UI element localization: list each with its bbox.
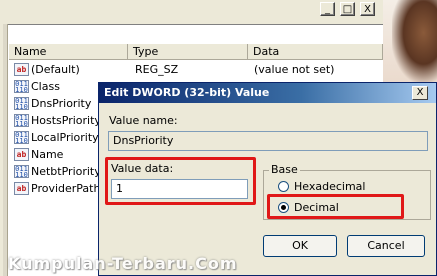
list-item[interactable]: ab (Default): [14, 61, 80, 78]
column-header-data[interactable]: Data: [248, 44, 383, 60]
string-value-icon: ab: [14, 148, 29, 161]
maximize-button[interactable]: □: [340, 2, 355, 16]
dialog-close-button[interactable]: X: [412, 86, 428, 100]
value-name-field: DnsPriority: [108, 131, 428, 151]
list-item[interactable]: 011 110 HostsPriority: [14, 112, 101, 129]
binary-value-icon: 011 110: [14, 114, 29, 128]
string-value-icon: ab: [14, 182, 29, 195]
radio-off-icon: [278, 181, 289, 192]
dialog-title-bar[interactable]: Edit DWORD (32-bit) Value X: [99, 83, 436, 103]
value-name: DnsPriority: [31, 97, 92, 110]
window-top-bar: _ □ X: [0, 0, 383, 20]
value-name: (Default): [31, 63, 80, 76]
value-data-highlight: [105, 157, 256, 205]
binary-value-icon: 011 110: [14, 131, 29, 145]
hexadecimal-radio[interactable]: Hexadecimal: [278, 180, 365, 193]
hexadecimal-label: Hexadecimal: [294, 180, 366, 193]
list-item[interactable]: ab Name: [14, 146, 63, 163]
list-item[interactable]: 011 110 Class: [14, 78, 60, 95]
column-header-name[interactable]: Name: [9, 44, 128, 60]
value-name: LocalPriority: [31, 131, 99, 144]
list-item[interactable]: 011 110 DnsPriority: [14, 95, 91, 112]
value-name: HostsPriority: [31, 114, 101, 127]
value-name: NetbtPriority: [31, 165, 101, 178]
close-window-button[interactable]: X: [360, 2, 375, 16]
string-value-icon: ab: [14, 63, 29, 76]
value-name: Name: [31, 148, 64, 161]
dialog-title: Edit DWORD (32-bit) Value: [104, 86, 270, 99]
cancel-button[interactable]: Cancel: [347, 235, 425, 257]
value-data: (value not set): [254, 63, 335, 76]
watermark: Kumpulan-Terbaru.Com: [8, 254, 238, 273]
minimize-button[interactable]: _: [320, 2, 335, 16]
list-item[interactable]: 011 110 LocalPriority: [14, 129, 99, 146]
base-label: Base: [269, 163, 300, 176]
binary-value-icon: 011 110: [14, 97, 29, 111]
wallpaper-figure: [392, 0, 437, 82]
binary-value-icon: 011 110: [14, 80, 29, 94]
value-name-label: Value name:: [109, 114, 178, 127]
list-item[interactable]: ab ProviderPath: [14, 180, 100, 197]
column-header-type[interactable]: Type: [128, 44, 248, 60]
pane-splitter[interactable]: [3, 24, 8, 276]
binary-value-icon: 011 110: [14, 165, 29, 179]
value-name: ProviderPath: [31, 182, 101, 195]
value-type: REG_SZ: [135, 63, 179, 76]
edit-dword-dialog: Edit DWORD (32-bit) Value X Value name: …: [98, 82, 437, 276]
list-item[interactable]: 011 110 NetbtPriority: [14, 163, 101, 180]
ok-button[interactable]: OK: [263, 235, 337, 257]
decimal-highlight: [267, 194, 404, 219]
value-name: Class: [31, 80, 60, 93]
